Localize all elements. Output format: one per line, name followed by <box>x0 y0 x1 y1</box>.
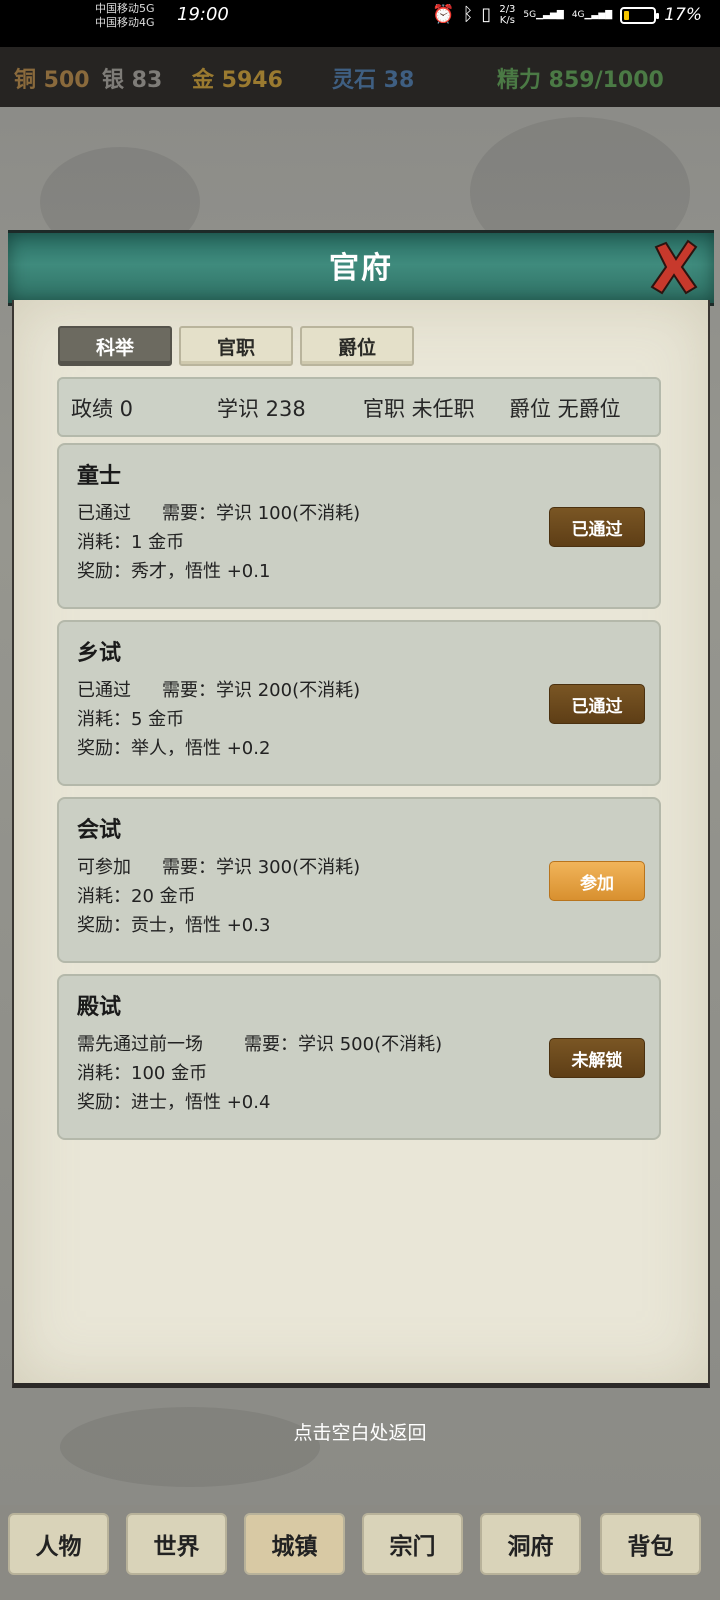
nav-town[interactable]: 城镇 <box>244 1513 345 1575</box>
stats-panel: 政绩 0 学识 238 官职 未任职 爵位 无爵位 <box>57 377 661 437</box>
nav-cave-dwelling[interactable]: 洞府 <box>480 1513 581 1575</box>
stat-title: 爵位 无爵位 <box>509 397 621 421</box>
copper-amount: 铜 500 <box>14 68 90 93</box>
signal-1-label: 5G <box>523 10 537 20</box>
energy-amount: 精力 859/1000 <box>497 68 664 93</box>
exam-status: 需先通过前一场 <box>77 1034 203 1055</box>
clock: 19:00 <box>177 4 229 25</box>
exam-name: 会试 <box>77 818 122 843</box>
network-speed: 2/3 K/s <box>499 4 515 26</box>
gold-amount: 金 5946 <box>192 68 283 93</box>
tab-imperial-exam[interactable]: 科举 <box>58 326 172 366</box>
nav-sect[interactable]: 宗门 <box>362 1513 463 1575</box>
net-speed-value: 2/3 <box>499 4 516 15</box>
signal-2-icon: 4G▁▃▅▇ <box>571 10 613 20</box>
exam-card-huishi: 会试 可参加 需要：学识 300(不消耗) 消耗：20 金币 奖励：贡士，悟性 … <box>57 797 661 963</box>
exam-card-tongshi: 童士 已通过 需要：学识 100(不消耗) 消耗：1 金币 奖励：秀才，悟性 +… <box>57 443 661 609</box>
battery-percent: 17% <box>664 5 702 25</box>
exam-locked-button[interactable]: 未解锁 <box>549 1038 645 1078</box>
exam-reward: 奖励：进士，悟性 +0.4 <box>77 1092 271 1113</box>
exam-reward: 奖励：秀才，悟性 +0.1 <box>77 561 271 582</box>
net-speed-unit: K/s <box>499 15 515 26</box>
stat-office: 官职 未任职 <box>363 397 475 421</box>
exam-status: 可参加 <box>77 857 131 878</box>
tab-nobility[interactable]: 爵位 <box>300 326 414 366</box>
bottom-nav: 人物 世界 城镇 宗门 洞府 背包 <box>0 1505 720 1600</box>
exam-requirement: 需要：学识 200(不消耗) <box>162 680 361 701</box>
alarm-icon: ⏰ <box>432 4 455 25</box>
exam-requirement: 需要：学识 500(不消耗) <box>244 1034 443 1055</box>
stat-knowledge: 学识 238 <box>217 397 306 421</box>
vibrate-icon: ▯ <box>481 4 492 25</box>
dialog-title: 官府 <box>329 251 393 286</box>
dialog-body: 科举 官职 爵位 政绩 0 学识 238 官职 未任职 爵位 无爵位 童士 已通… <box>12 300 710 1388</box>
close-x-icon[interactable] <box>648 237 700 297</box>
carrier-2: 中国移动4G <box>95 16 155 29</box>
battery-fill <box>624 10 630 20</box>
bluetooth-icon: ᛒ <box>462 4 474 25</box>
exam-requirement: 需要：学识 300(不消耗) <box>162 857 361 878</box>
tab-bar: 科举 官职 爵位 <box>58 326 414 366</box>
resource-bar: 铜 500 银 83 金 5946 灵石 38 精力 859/1000 <box>0 47 720 107</box>
carrier-info: 中国移动5G 中国移动4G <box>95 2 155 30</box>
spirit-stone-amount: 灵石 38 <box>332 68 415 93</box>
signal-1-icon: 5G▁▃▅▇ <box>523 10 564 20</box>
tab-official-post[interactable]: 官职 <box>179 326 293 366</box>
exam-cost: 消耗：1 金币 <box>77 532 185 553</box>
exam-cost: 消耗：20 金币 <box>77 886 196 907</box>
exam-passed-button[interactable]: 已通过 <box>549 684 645 724</box>
silver-amount: 银 83 <box>102 68 163 93</box>
stat-merit: 政绩 0 <box>71 397 134 421</box>
exam-passed-button[interactable]: 已通过 <box>549 507 645 547</box>
government-dialog: 官府 科举 官职 爵位 政绩 0 学识 238 官职 未任职 爵位 无爵位 童士… <box>8 230 714 1390</box>
exam-card-xiangshi: 乡试 已通过 需要：学识 200(不消耗) 消耗：5 金币 奖励：举人，悟性 +… <box>57 620 661 786</box>
nav-backpack[interactable]: 背包 <box>600 1513 701 1575</box>
exam-join-button[interactable]: 参加 <box>549 861 645 901</box>
exam-reward: 奖励：举人，悟性 +0.2 <box>77 738 271 759</box>
nav-world[interactable]: 世界 <box>126 1513 227 1575</box>
nav-character[interactable]: 人物 <box>8 1513 109 1575</box>
exam-cost: 消耗：5 金币 <box>77 709 185 730</box>
exam-status: 已通过 <box>77 680 131 701</box>
dialog-header: 官府 <box>8 230 714 306</box>
exam-reward: 奖励：贡士，悟性 +0.3 <box>77 915 271 936</box>
carrier-1: 中国移动5G <box>95 2 155 15</box>
status-icons: ⏰ ᛒ ▯ 2/3 K/s 5G▁▃▅▇ 4G▁▃▅▇ 17% <box>432 4 702 26</box>
exam-name: 童士 <box>77 464 122 489</box>
battery-icon <box>620 6 660 24</box>
exam-status: 已通过 <box>77 503 131 524</box>
exam-cost: 消耗：100 金币 <box>77 1063 208 1084</box>
exam-name: 殿试 <box>77 995 122 1020</box>
exam-card-dianshi: 殿试 需先通过前一场 需要：学识 500(不消耗) 消耗：100 金币 奖励：进… <box>57 974 661 1140</box>
exam-name: 乡试 <box>77 641 122 666</box>
signal-2-label: 4G <box>571 10 585 20</box>
status-bar: 中国移动5G 中国移动4G 19:00 ⏰ ᛒ ▯ 2/3 K/s 5G▁▃▅▇… <box>0 0 720 47</box>
tap-to-return-hint: 点击空白处返回 <box>293 1422 427 1444</box>
exam-requirement: 需要：学识 100(不消耗) <box>162 503 361 524</box>
